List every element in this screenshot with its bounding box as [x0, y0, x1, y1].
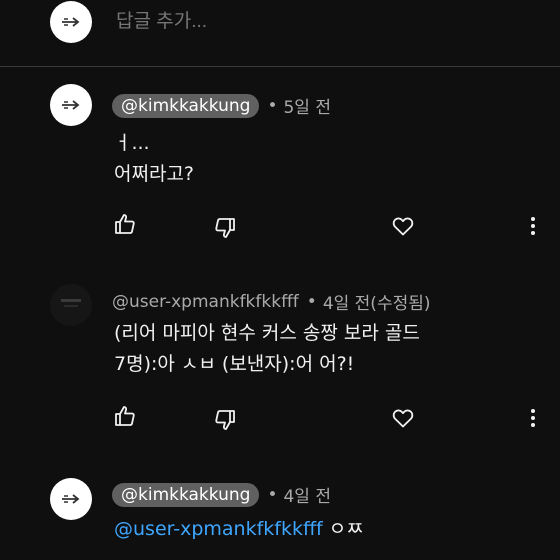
separator-dot: • [267, 484, 278, 505]
comment-time: 4일 전 [283, 487, 331, 507]
comment-line: 어쩌라고? [114, 163, 195, 185]
current-user-avatar [50, 1, 92, 43]
dislike-button[interactable] [212, 215, 238, 241]
reply-input[interactable] [114, 10, 518, 34]
heart-button[interactable] [390, 213, 416, 239]
like-button[interactable] [112, 403, 138, 429]
more-vertical-icon [531, 409, 535, 427]
owner-handle-badge[interactable]: @kimkkakkung [112, 482, 260, 507]
mention-link[interactable]: @user-xpmankfkfkkfff [114, 518, 323, 540]
comment-line: 7명):아 ㅅㅂ (보낸자):어 어?! [114, 353, 355, 375]
heart-icon [392, 217, 414, 236]
heart-icon [392, 409, 414, 428]
comment-meta: @kimkkakkung • 5일 전 [112, 93, 331, 118]
more-vertical-icon [531, 217, 535, 235]
comment-meta: @user-xpmankfkfkkfff • 4일 전(수정됨) [112, 289, 431, 315]
thumbs-up-icon [115, 214, 135, 234]
more-options-button[interactable] [520, 405, 546, 431]
more-options-button[interactable] [520, 213, 546, 239]
comment-meta: @kimkkakkung • 4일 전 [112, 482, 331, 507]
avatar-image-icon [61, 299, 81, 307]
comment-handle[interactable]: @user-xpmankfkfkkfff [112, 292, 299, 312]
separator-dot: • [306, 291, 317, 312]
comment-actions-2 [0, 403, 560, 433]
thumbs-down-icon [215, 410, 235, 430]
commenter-avatar[interactable] [50, 84, 92, 126]
owner-handle-badge[interactable]: @kimkkakkung [112, 93, 260, 118]
separator-dot: • [267, 95, 278, 116]
thumbs-down-icon [215, 218, 235, 238]
comment-line: (리어 마피아 현수 커스 송짱 보라 골드 [114, 322, 420, 344]
comment-time: 5일 전 [283, 98, 331, 118]
thumbs-up-icon [115, 406, 135, 426]
comment-line: ㅓ... [114, 132, 150, 154]
comment-text: (리어 마피아 현수 커스 송짱 보라 골드 7명):아 ㅅㅂ (보낸자):어 … [114, 318, 534, 380]
comment-text: @user-xpmankfkfkkfff ㅇㅉ [114, 514, 534, 545]
comment-text: ㅓ... 어쩌라고? [114, 128, 534, 190]
heart-button[interactable] [390, 405, 416, 431]
avatar-logo-icon [62, 494, 80, 504]
reply-bar [0, 0, 560, 67]
like-button[interactable] [112, 211, 138, 237]
avatar-logo-icon [62, 17, 80, 27]
dislike-button[interactable] [212, 407, 238, 433]
comment-line: ㅇㅉ [322, 518, 364, 540]
commenter-avatar[interactable] [50, 284, 92, 326]
avatar-logo-icon [62, 100, 80, 110]
comment-actions-1 [0, 211, 560, 241]
commenter-avatar[interactable] [50, 478, 92, 520]
comment-time: 4일 전(수정됨) [322, 294, 431, 314]
